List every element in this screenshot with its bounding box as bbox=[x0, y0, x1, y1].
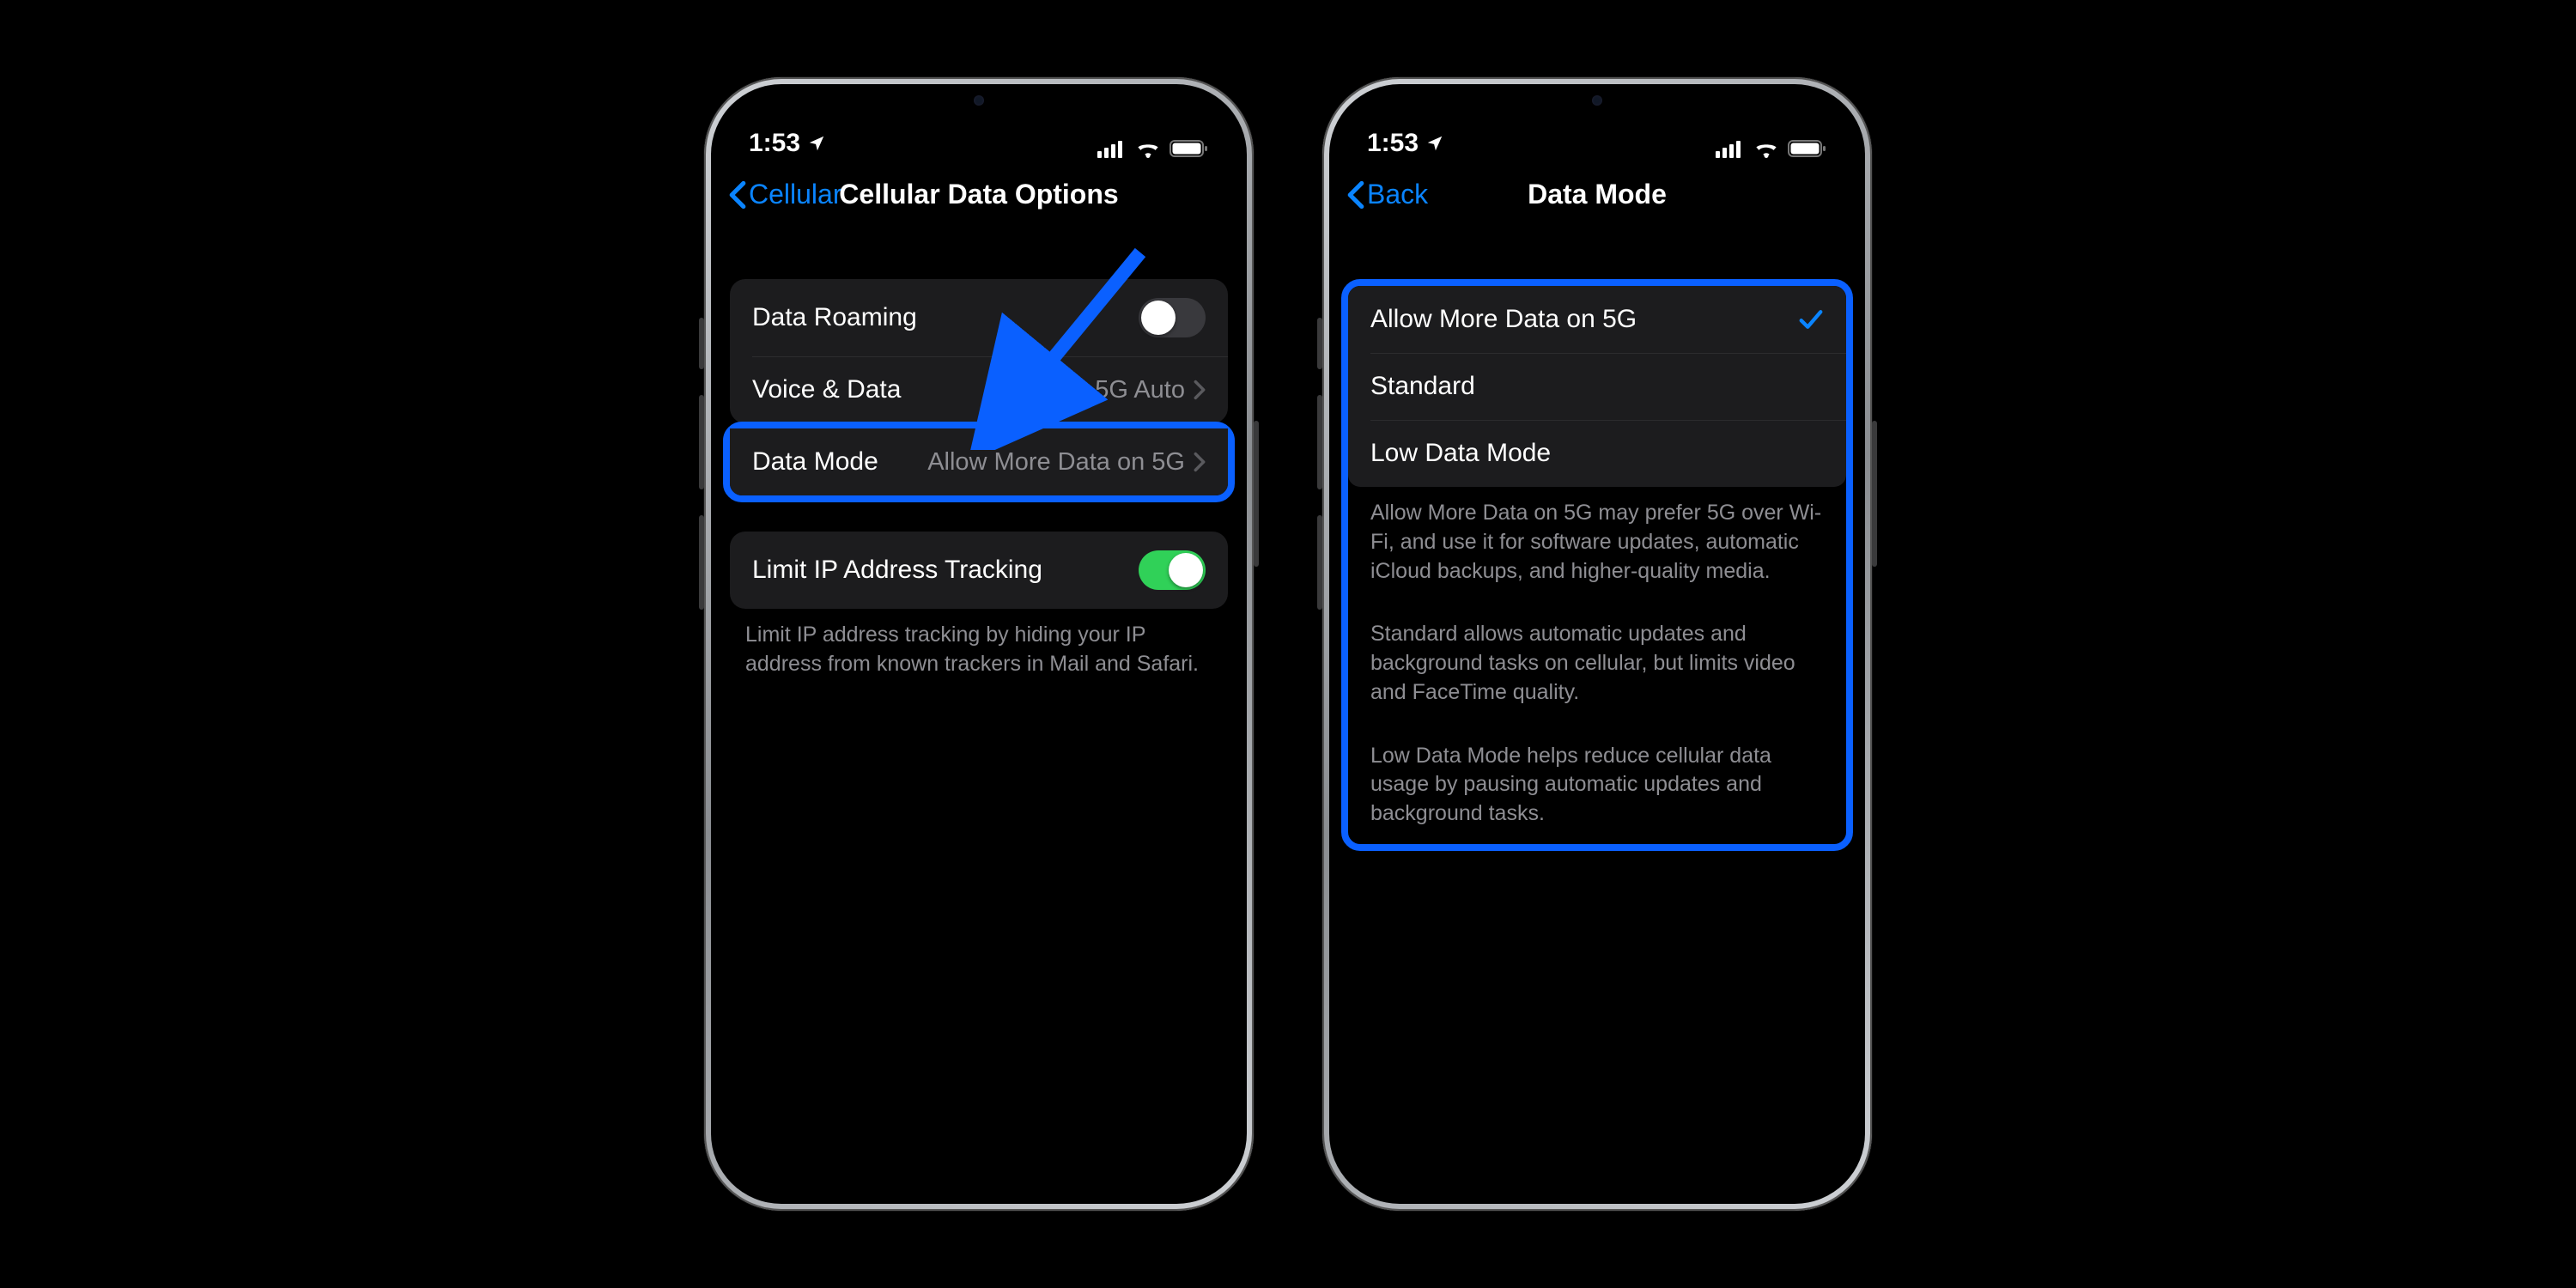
row-data-mode[interactable]: Data Mode Allow More Data on 5G bbox=[730, 428, 1228, 495]
row-data-roaming[interactable]: Data Roaming bbox=[730, 279, 1228, 356]
location-icon bbox=[807, 134, 826, 153]
battery-icon bbox=[1170, 139, 1209, 158]
side-button bbox=[1254, 421, 1259, 567]
side-button bbox=[1317, 395, 1322, 489]
option-standard[interactable]: Standard bbox=[1348, 353, 1846, 420]
page-title: Cellular Data Options bbox=[839, 179, 1118, 210]
side-button bbox=[699, 395, 704, 489]
row-voice-data[interactable]: Voice & Data 5G Auto bbox=[730, 356, 1228, 423]
highlight-data-mode: Data Mode Allow More Data on 5G bbox=[723, 422, 1235, 502]
notch bbox=[1511, 84, 1683, 117]
cellular-icon bbox=[1716, 139, 1745, 158]
side-button bbox=[699, 318, 704, 369]
status-time: 1:53 bbox=[1367, 129, 1419, 158]
option-allow-more-5g[interactable]: Allow More Data on 5G bbox=[1348, 286, 1846, 353]
page-title: Data Mode bbox=[1528, 179, 1667, 210]
option-label: Standard bbox=[1370, 372, 1824, 401]
back-label: Cellular bbox=[749, 179, 841, 210]
battery-icon bbox=[1788, 139, 1827, 158]
nav-bar: Back Data Mode bbox=[1329, 170, 1865, 228]
side-button bbox=[1872, 421, 1877, 567]
row-value: 5G Auto bbox=[1095, 376, 1185, 404]
chevron-left-icon bbox=[1346, 180, 1365, 210]
row-label: Voice & Data bbox=[752, 375, 1095, 404]
toggle-limit-ip-tracking[interactable] bbox=[1139, 550, 1206, 590]
phone-right: 1:53 bbox=[1322, 77, 1872, 1211]
notch bbox=[893, 84, 1065, 117]
settings-group: Limit IP Address Tracking bbox=[730, 532, 1228, 609]
wifi-icon bbox=[1135, 139, 1161, 158]
chevron-left-icon bbox=[728, 180, 747, 210]
option-low-data[interactable]: Low Data Mode bbox=[1348, 420, 1846, 487]
row-limit-ip-tracking[interactable]: Limit IP Address Tracking bbox=[730, 532, 1228, 609]
side-button bbox=[1317, 515, 1322, 610]
highlight-data-mode-options: Allow More Data on 5G Standard Low Data … bbox=[1341, 279, 1853, 851]
nav-bar: Cellular Cellular Data Options bbox=[711, 170, 1247, 228]
back-button[interactable]: Back bbox=[1346, 179, 1428, 210]
wifi-icon bbox=[1753, 139, 1779, 158]
description-text: Allow More Data on 5G may prefer 5G over… bbox=[1348, 487, 1846, 601]
toggle-data-roaming[interactable] bbox=[1139, 298, 1206, 337]
group-footer-text: Limit IP address tracking by hiding your… bbox=[711, 609, 1247, 679]
side-button bbox=[1317, 318, 1322, 369]
back-button[interactable]: Cellular bbox=[728, 179, 841, 210]
settings-group: Data Roaming Voice & Data 5G Auto bbox=[730, 279, 1228, 423]
description-text: Low Data Mode helps reduce cellular data… bbox=[1348, 723, 1846, 844]
row-label: Data Mode bbox=[752, 447, 927, 477]
location-icon bbox=[1425, 134, 1444, 153]
row-label: Data Roaming bbox=[752, 303, 1139, 332]
row-value: Allow More Data on 5G bbox=[927, 448, 1185, 477]
cellular-icon bbox=[1097, 139, 1127, 158]
back-label: Back bbox=[1367, 179, 1428, 210]
option-label: Allow More Data on 5G bbox=[1370, 305, 1798, 334]
phone-left: 1:53 bbox=[704, 77, 1254, 1211]
description-text: Standard allows automatic updates and ba… bbox=[1348, 601, 1846, 722]
option-label: Low Data Mode bbox=[1370, 439, 1824, 468]
side-button bbox=[699, 515, 704, 610]
checkmark-icon bbox=[1798, 308, 1824, 331]
chevron-right-icon bbox=[1194, 452, 1206, 472]
row-label: Limit IP Address Tracking bbox=[752, 556, 1139, 585]
status-time: 1:53 bbox=[749, 129, 800, 158]
chevron-right-icon bbox=[1194, 380, 1206, 400]
